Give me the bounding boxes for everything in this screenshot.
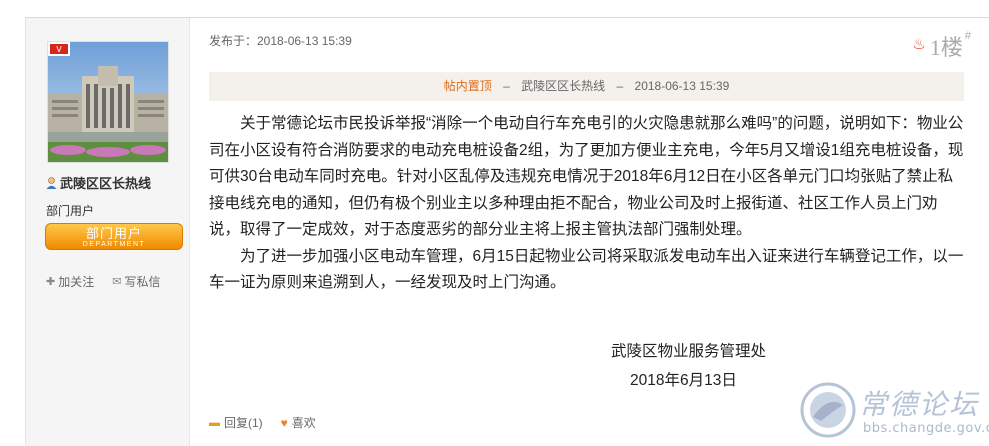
- sticky-tag[interactable]: 帖内置顶: [444, 79, 492, 93]
- sticky-author[interactable]: 武陵区区长热线: [521, 79, 605, 93]
- watermark-title: 常德论坛: [859, 388, 980, 421]
- floor-hash: #: [964, 30, 971, 42]
- watermark-url: bbs.changde.gov.cn: [863, 421, 989, 436]
- badge-main-text: 部门用户: [85, 226, 142, 241]
- office-building-photo-icon: V: [48, 42, 168, 162]
- floor-number: 1楼: [929, 35, 963, 60]
- message-button[interactable]: ✉ 写私信: [112, 273, 160, 290]
- sticky-separator: –: [616, 79, 624, 93]
- user-group-label: 部门用户: [46, 204, 95, 218]
- sticky-bar: 帖内置顶 – 武陵区区长热线 – 2018-06-13 15:39: [209, 72, 964, 101]
- post-timestamp: 发布于：2018-06-13 15:39: [209, 34, 352, 48]
- author-name[interactable]: 武陵区区长热线: [60, 173, 151, 192]
- author-name-row[interactable]: 武陵区区长热线: [46, 173, 151, 192]
- mail-icon: ✉: [112, 276, 122, 288]
- plus-icon: ✚: [46, 276, 56, 288]
- post-paragraph: 关于常德论坛市民投诉举报“消除一个电动自行车充电引的火灾隐患就那么难吗”的问题，…: [209, 115, 964, 238]
- heart-icon: ♥: [280, 415, 288, 430]
- reply-button[interactable]: ▬ 回复(1): [209, 414, 263, 431]
- like-button[interactable]: ♥ 喜欢: [281, 414, 316, 431]
- comment-icon: ▬: [209, 416, 220, 429]
- badge-sub-text: DEPARTMENT: [82, 241, 146, 248]
- author-actions: ✚ 加关注 ✉ 写私信: [46, 273, 160, 290]
- follow-label: 加关注: [58, 275, 95, 289]
- author-sidebar: V 武陵区区长热线 部门用户 部门用户 DEPARTMENT ✚ 加关注 ✉ 写…: [26, 18, 190, 446]
- post-actions: ▬ 回复(1) ♥ 喜欢: [209, 414, 316, 431]
- flame-icon: ♨: [912, 36, 926, 53]
- forum-watermark: 常德论坛 bbs.changde.gov.cn: [795, 377, 989, 445]
- post-body: 关于常德论坛市民投诉举报“消除一个电动自行车充电引的火灾隐患就那么难吗”的问题，…: [209, 111, 967, 297]
- department-badge: 部门用户 DEPARTMENT: [45, 223, 183, 250]
- avatar[interactable]: V: [47, 41, 169, 163]
- sticky-time: 2018-06-13 15:39: [634, 79, 730, 93]
- reply-label: 回复(1): [224, 416, 263, 430]
- message-label: 写私信: [124, 275, 161, 289]
- post-paragraph: 为了进一步加强小区电动车管理，6月15日起物业公司将采取派发电动车出入证来进行车…: [209, 247, 964, 292]
- signature-date: 2018年6月13日: [630, 372, 737, 389]
- sticky-separator: –: [503, 79, 510, 93]
- forum-logo-icon: [800, 382, 856, 438]
- floor-indicator[interactable]: ♨ 1楼 #: [912, 30, 971, 62]
- svg-text:V: V: [56, 45, 62, 54]
- user-icon: [46, 176, 57, 189]
- follow-button[interactable]: ✚ 加关注: [46, 273, 94, 290]
- signature-org: 武陵区物业服务管理处: [611, 343, 767, 360]
- like-label: 喜欢: [291, 416, 316, 430]
